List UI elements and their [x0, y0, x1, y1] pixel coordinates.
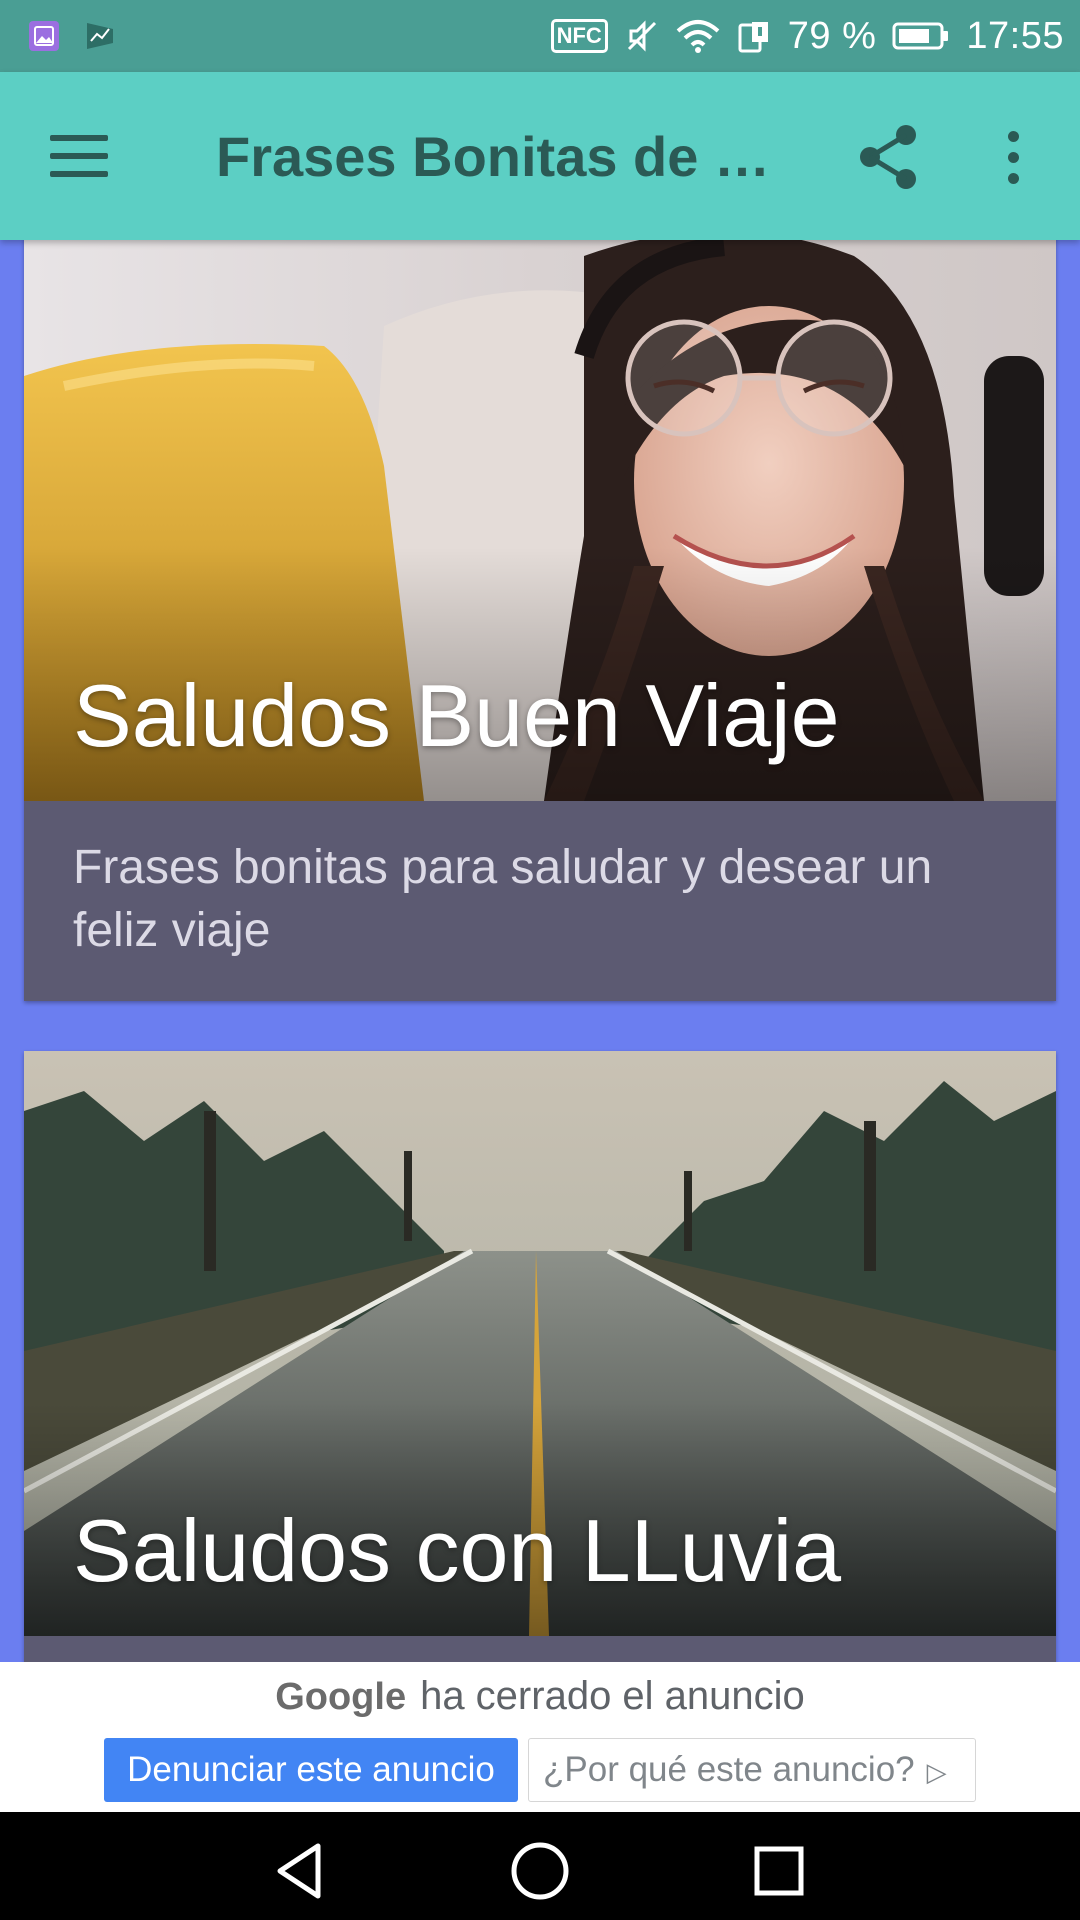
recents-icon[interactable] — [744, 1836, 814, 1906]
app-title: Frases Bonitas de S... — [216, 125, 786, 188]
stats-icon — [82, 18, 118, 54]
data-icon — [736, 18, 772, 54]
card-saludos-buen-viaje[interactable]: Saludos Buen Viaje Frases bonitas para s… — [24, 240, 1056, 1001]
card-list: Saludos Buen Viaje Frases bonitas para s… — [0, 240, 1080, 1662]
report-ad-button[interactable]: Denunciar este anuncio — [104, 1738, 518, 1802]
ad-banner: Google ha cerrado el anuncio Denunciar es… — [0, 1662, 1080, 1812]
clock: 17:55 — [966, 14, 1064, 57]
gallery-icon — [26, 18, 62, 54]
navigation-bar — [0, 1812, 1080, 1920]
back-icon[interactable] — [266, 1836, 336, 1906]
battery-percent: 79 % — [787, 14, 877, 57]
wifi-icon — [676, 18, 720, 54]
status-right: NFC 79 % 17:55 — [550, 14, 1064, 58]
status-left — [26, 18, 118, 54]
share-icon[interactable] — [856, 122, 922, 192]
home-icon[interactable] — [505, 1836, 575, 1906]
card-title: Saludos Buen Viaje — [73, 666, 840, 765]
ad-closed-message: Google ha cerrado el anuncio — [0, 1674, 1080, 1719]
mute-icon — [624, 18, 660, 54]
ad-closed-text: ha cerrado el anuncio — [420, 1674, 805, 1718]
card-saludos-con-lluvia[interactable]: Saludos con LLuvia — [24, 1051, 1056, 1662]
more-vert-icon[interactable] — [990, 122, 1036, 192]
google-logo: Google — [275, 1676, 407, 1718]
card-title: Saludos con LLuvia — [73, 1501, 842, 1600]
nfc-icon: NFC — [550, 19, 608, 53]
card-description: Frases bonitas para saludar y desear un … — [73, 841, 933, 957]
app-bar: Frases Bonitas de S... — [0, 72, 1080, 240]
status-bar: NFC 79 % 17:55 — [0, 0, 1080, 72]
play-icon: ▷ — [926, 1757, 947, 1787]
menu-icon[interactable] — [50, 126, 116, 186]
why-this-ad-label: ¿Por qué este anuncio? — [543, 1750, 915, 1789]
battery-icon — [892, 18, 950, 54]
why-this-ad-button[interactable]: ¿Por qué este anuncio? ▷ — [528, 1738, 976, 1802]
